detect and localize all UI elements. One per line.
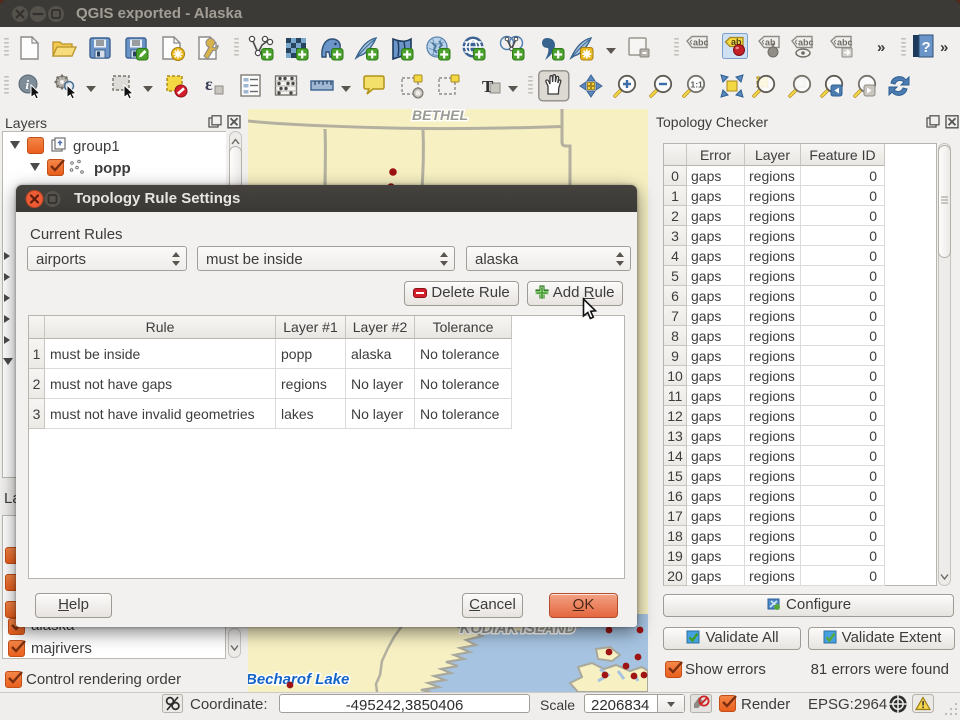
- svg-text:i: i: [26, 77, 30, 92]
- svg-text:BETHEL: BETHEL: [412, 109, 468, 123]
- svg-text:»: »: [940, 39, 948, 56]
- svg-text:abc: abc: [693, 38, 709, 48]
- svg-text:»: »: [877, 39, 885, 56]
- svg-text:?: ?: [922, 39, 931, 56]
- svg-text:ε: ε: [205, 74, 213, 94]
- svg-text:ab: ab: [765, 38, 776, 48]
- svg-text:1:1: 1:1: [691, 80, 704, 90]
- svg-text:Becharof Lake: Becharof Lake: [248, 671, 349, 688]
- svg-text:abc: abc: [798, 38, 814, 48]
- svg-text:abc: abc: [837, 38, 853, 48]
- svg-text:T: T: [482, 77, 494, 96]
